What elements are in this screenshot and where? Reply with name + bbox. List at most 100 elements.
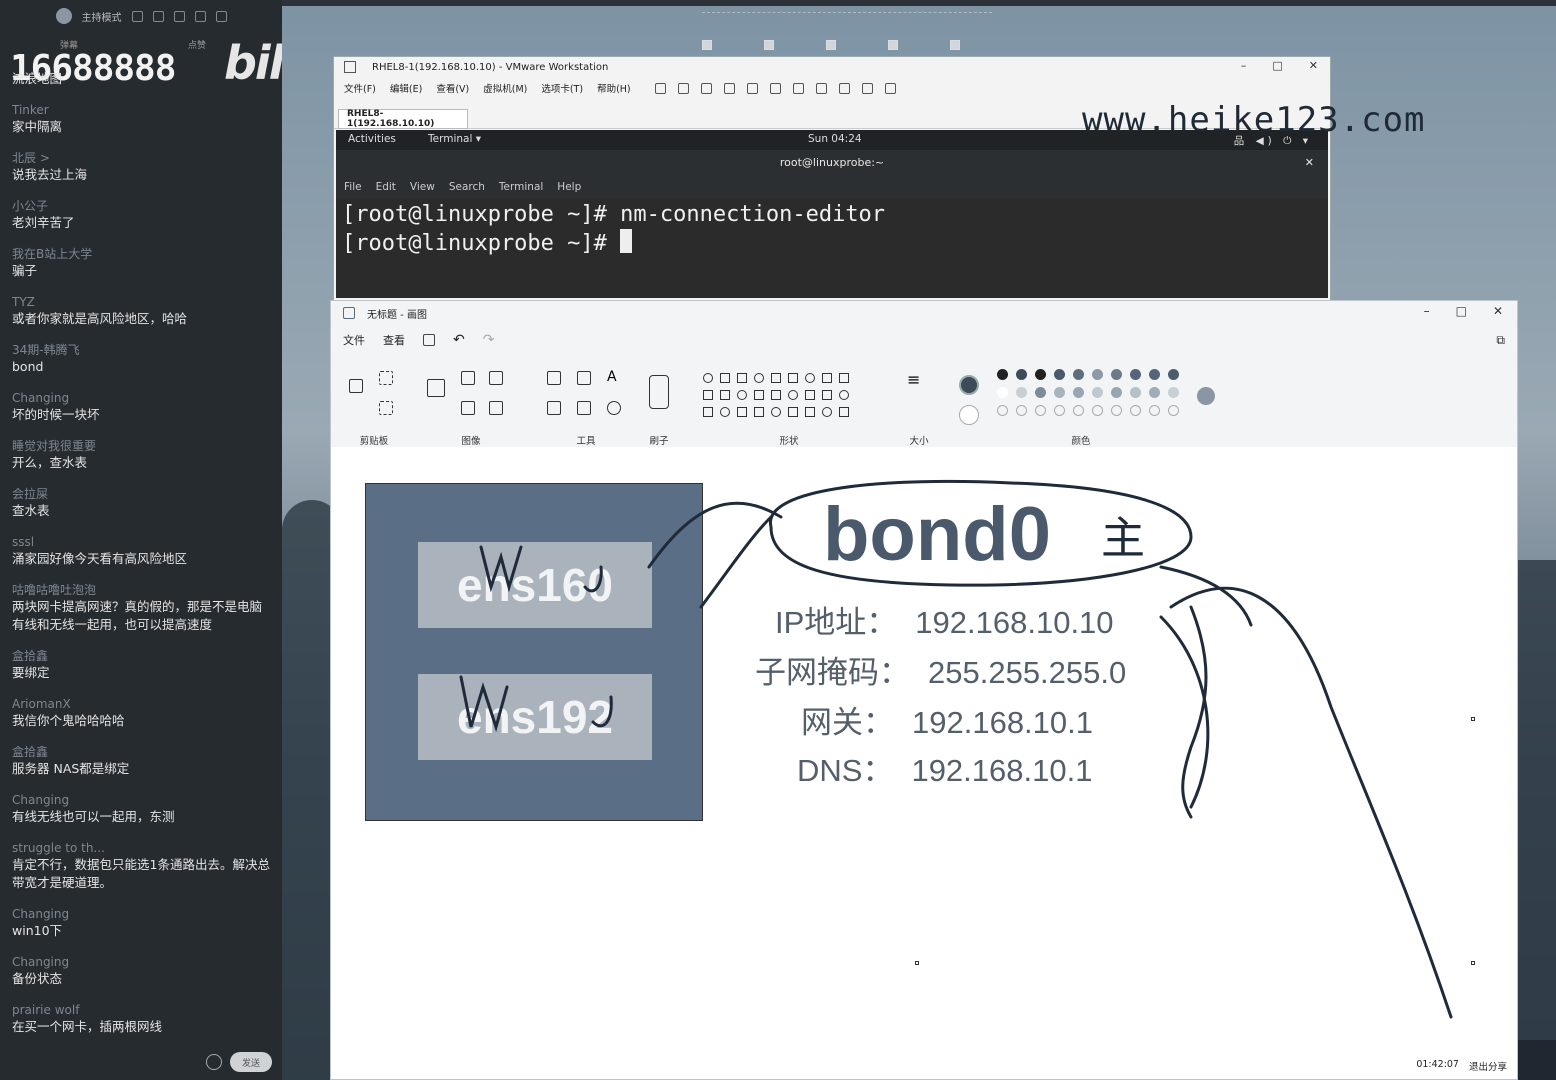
desktop-shortcut-icon[interactable] bbox=[702, 40, 712, 50]
vm-tab[interactable]: RHEL8-1(192.168.10.10) bbox=[338, 109, 468, 129]
triangle-shape-icon[interactable] bbox=[805, 390, 815, 400]
maximize-icon[interactable]: □ bbox=[1456, 304, 1467, 318]
palette-color-swatch[interactable] bbox=[1073, 387, 1084, 398]
oval-shape-icon[interactable] bbox=[737, 373, 747, 383]
minimize-icon[interactable]: – bbox=[1241, 59, 1247, 72]
resize-handle[interactable] bbox=[915, 961, 919, 965]
maximize-icon[interactable]: □ bbox=[1272, 59, 1282, 72]
redo-icon[interactable]: ↷ bbox=[483, 332, 495, 348]
diamond-shape-icon[interactable] bbox=[839, 407, 849, 417]
rect-shape-icon[interactable] bbox=[754, 373, 764, 383]
send-button[interactable]: 发送 bbox=[230, 1052, 272, 1072]
snapshot-manager-icon[interactable] bbox=[746, 82, 758, 94]
triangle-shape-icon[interactable] bbox=[822, 407, 832, 417]
gnome-activities[interactable]: Activities bbox=[348, 133, 396, 145]
menu-edit[interactable]: 编辑(E) bbox=[390, 81, 422, 95]
diamond-shape-icon[interactable] bbox=[822, 390, 832, 400]
settings-icon[interactable] bbox=[131, 10, 143, 22]
resize-handle[interactable] bbox=[1471, 717, 1475, 721]
menu-file[interactable]: 文件(F) bbox=[344, 81, 376, 95]
rect-shape-icon[interactable] bbox=[771, 390, 781, 400]
menu-vm[interactable]: 虚拟机(M) bbox=[483, 81, 527, 95]
stop-share-button[interactable]: 退出分享 bbox=[1469, 1059, 1507, 1073]
menu-tabs[interactable]: 选项卡(T) bbox=[541, 81, 583, 95]
palette-color-swatch[interactable] bbox=[1130, 369, 1141, 380]
palette-color-swatch[interactable] bbox=[1016, 387, 1027, 398]
diamond-shape-icon[interactable] bbox=[805, 373, 815, 383]
desktop-shortcut-icon[interactable] bbox=[950, 40, 960, 50]
triangle-shape-icon[interactable] bbox=[788, 373, 798, 383]
palette-color-swatch[interactable] bbox=[1054, 405, 1065, 416]
edit-colors-icon[interactable] bbox=[1197, 387, 1215, 405]
palette-color-swatch[interactable] bbox=[1149, 369, 1160, 380]
terminal-menu-view[interactable]: View bbox=[410, 181, 435, 193]
palette-color-swatch[interactable] bbox=[1111, 387, 1122, 398]
desktop-shortcut-icon[interactable] bbox=[826, 40, 836, 50]
star-shape-icon[interactable] bbox=[703, 407, 713, 417]
palette-color-swatch[interactable] bbox=[1111, 369, 1122, 380]
palette-color-swatch[interactable] bbox=[1149, 405, 1160, 416]
palette-color-swatch[interactable] bbox=[1130, 387, 1141, 398]
fullscreen-icon[interactable] bbox=[815, 82, 827, 94]
minimize-icon[interactable] bbox=[194, 10, 206, 22]
callout-shape-icon[interactable] bbox=[703, 390, 713, 400]
oval-shape-icon[interactable] bbox=[771, 407, 781, 417]
cut-icon[interactable] bbox=[379, 371, 393, 385]
select-all-icon[interactable] bbox=[461, 401, 475, 415]
curve-shape-icon[interactable] bbox=[737, 390, 747, 400]
resize-handle[interactable] bbox=[1471, 961, 1475, 965]
line-size-icon[interactable]: ≡ bbox=[907, 372, 920, 388]
polygon-shape-icon[interactable] bbox=[771, 373, 781, 383]
polygon-shape-icon[interactable] bbox=[788, 390, 798, 400]
close-icon[interactable]: ✕ bbox=[1305, 150, 1314, 176]
menu-icon[interactable] bbox=[173, 10, 185, 22]
text-icon[interactable]: A bbox=[607, 369, 617, 385]
palette-color-swatch[interactable] bbox=[997, 405, 1008, 416]
revert-snapshot-icon[interactable] bbox=[723, 82, 735, 94]
polygon-shape-icon[interactable] bbox=[805, 407, 815, 417]
line-shape-icon[interactable] bbox=[720, 390, 730, 400]
snapshot-icon[interactable] bbox=[700, 82, 712, 94]
rotate-icon[interactable] bbox=[489, 401, 503, 415]
palette-color-swatch[interactable] bbox=[1016, 405, 1027, 416]
star-shape-icon[interactable] bbox=[839, 373, 849, 383]
palette-color-swatch[interactable] bbox=[1035, 369, 1046, 380]
stretch-icon[interactable] bbox=[884, 82, 896, 94]
palette-color-swatch[interactable] bbox=[1130, 405, 1141, 416]
color1-swatch[interactable] bbox=[959, 375, 979, 395]
palette-color-swatch[interactable] bbox=[1035, 387, 1046, 398]
gnome-clock[interactable]: Sun 04:24 bbox=[808, 133, 862, 145]
line-shape-icon[interactable] bbox=[703, 373, 713, 383]
save-icon[interactable] bbox=[423, 334, 435, 346]
close-icon[interactable]: ✕ bbox=[1493, 304, 1503, 318]
terminal-menu-terminal[interactable]: Terminal bbox=[499, 181, 543, 193]
palette-color-swatch[interactable] bbox=[1054, 387, 1065, 398]
minimize-icon[interactable]: – bbox=[1424, 304, 1430, 318]
undo-icon[interactable]: ↶ bbox=[453, 332, 465, 348]
palette-color-swatch[interactable] bbox=[997, 369, 1008, 380]
fill-icon[interactable] bbox=[577, 371, 591, 385]
palette-color-swatch[interactable] bbox=[1092, 387, 1103, 398]
palette-color-swatch[interactable] bbox=[1168, 405, 1179, 416]
desktop-shortcut-icon[interactable] bbox=[888, 40, 898, 50]
paint-canvas[interactable]: ens160 ens192 bond0 IP地址： 192.168.10.10 子… bbox=[331, 447, 1517, 1079]
arrow-shape-icon[interactable] bbox=[822, 373, 832, 383]
magnifier-icon[interactable] bbox=[607, 401, 621, 415]
copy-icon[interactable] bbox=[379, 401, 393, 415]
share-icon[interactable]: ⧉ bbox=[1496, 333, 1505, 348]
curve-shape-icon[interactable] bbox=[720, 373, 730, 383]
palette-color-swatch[interactable] bbox=[1111, 405, 1122, 416]
palette-color-swatch[interactable] bbox=[1168, 387, 1179, 398]
terminal-menu-file[interactable]: File bbox=[344, 181, 362, 193]
arrow-shape-icon[interactable] bbox=[839, 390, 849, 400]
unity-icon[interactable] bbox=[838, 82, 850, 94]
menu-view[interactable]: 查看(V) bbox=[436, 81, 469, 95]
send-keys-icon[interactable] bbox=[677, 82, 689, 94]
palette-color-swatch[interactable] bbox=[1035, 405, 1046, 416]
palette-color-swatch[interactable] bbox=[1073, 369, 1084, 380]
pause-icon[interactable] bbox=[654, 82, 666, 94]
close-icon[interactable]: ✕ bbox=[1309, 59, 1318, 72]
line-shape-icon[interactable] bbox=[737, 407, 747, 417]
curve-shape-icon[interactable] bbox=[754, 407, 764, 417]
sidebar-icon[interactable] bbox=[769, 82, 781, 94]
